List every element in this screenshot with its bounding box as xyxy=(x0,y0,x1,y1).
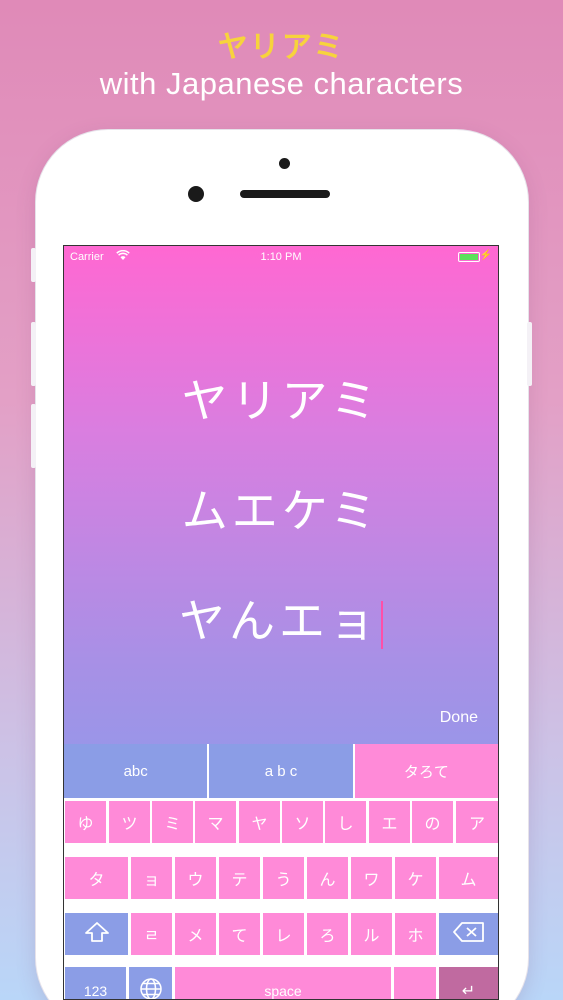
side-button xyxy=(31,322,36,386)
keyboard: abc a b c タろて ゆ ツ ミ マ ヤ ソ し エ の ア タ ョ ウ … xyxy=(64,744,498,999)
key[interactable]: ケ xyxy=(395,857,436,899)
key-row-2: タ ョ ウ テ う ん ワ ケ ム xyxy=(64,857,498,899)
globe-key[interactable] xyxy=(129,967,172,999)
side-button xyxy=(31,404,36,468)
key[interactable]: ル xyxy=(351,913,392,955)
text-line-3-wrapper: ヤんエョ xyxy=(64,576,498,686)
mode-tab-spaced-abc[interactable]: a b c xyxy=(209,744,353,798)
front-camera xyxy=(188,186,204,202)
return-key[interactable]: ↵ xyxy=(439,967,498,999)
key-row-4: 123 space ↵ xyxy=(64,967,498,999)
key-row-1: ゆ ツ ミ マ ヤ ソ し エ の ア xyxy=(64,801,498,843)
key[interactable]: ろ xyxy=(307,913,348,955)
shift-key[interactable] xyxy=(65,913,128,955)
charging-bolt-icon: ⚡ xyxy=(479,250,492,261)
key[interactable]: ウ xyxy=(175,857,216,899)
key[interactable]: ム xyxy=(439,857,498,899)
side-button xyxy=(31,248,36,282)
key[interactable]: メ xyxy=(175,913,216,955)
key[interactable]: し xyxy=(325,801,366,843)
key[interactable]: タ xyxy=(65,857,128,899)
done-button[interactable]: Done xyxy=(440,709,478,727)
text-line-1: ヤリアミ xyxy=(181,374,381,428)
text-line-2: ムエケミ xyxy=(181,484,381,538)
key[interactable]: ㄹ xyxy=(131,913,172,955)
key-row-3: ㄹ メ て レ ろ ル ホ xyxy=(64,913,498,955)
key[interactable]: う xyxy=(263,857,304,899)
battery-icon xyxy=(458,252,480,262)
key[interactable]: エ xyxy=(369,801,410,843)
speaker xyxy=(240,190,330,198)
shift-icon xyxy=(84,921,110,947)
key[interactable]: て xyxy=(219,913,260,955)
text-line-3: ヤんエョ xyxy=(179,594,379,648)
text-editor[interactable]: ヤリアミ ムエケミ ヤんエョ xyxy=(64,356,498,686)
side-button xyxy=(527,322,532,386)
clock: 1:10 PM xyxy=(260,251,302,263)
backspace-icon xyxy=(452,921,486,947)
key[interactable]: マ xyxy=(195,801,236,843)
key[interactable]: ソ xyxy=(282,801,323,843)
text-caret xyxy=(381,600,383,649)
keyboard-mode-row: abc a b c タろて xyxy=(64,744,498,798)
screen: Carrier 1:10 PM ⚡ ヤリアミ ムエケミ ヤんエョ Done ab… xyxy=(63,245,499,1000)
camera xyxy=(279,158,290,169)
key[interactable]: ツ xyxy=(109,801,150,843)
key[interactable]: ゆ xyxy=(65,801,106,843)
key[interactable]: ア xyxy=(456,801,498,843)
status-bar: Carrier 1:10 PM ⚡ xyxy=(64,246,498,268)
promo-title: ヤリアミ xyxy=(217,30,346,65)
globe-icon xyxy=(139,977,163,999)
key[interactable]: レ xyxy=(263,913,304,955)
key[interactable]: ん xyxy=(307,857,348,899)
key[interactable]: テ xyxy=(219,857,260,899)
numbers-key[interactable]: 123 xyxy=(65,967,126,999)
key[interactable]: ヤ xyxy=(239,801,280,843)
space-key[interactable]: space xyxy=(175,967,391,999)
mode-tab-abc[interactable]: abc xyxy=(64,744,208,798)
key[interactable]: ホ xyxy=(395,913,436,955)
extra-key[interactable] xyxy=(394,967,436,999)
key[interactable]: ョ xyxy=(131,857,172,899)
mode-tab-japanese[interactable]: タろて xyxy=(354,744,498,798)
promo-subtitle: with Japanese characters xyxy=(99,66,464,101)
key[interactable]: ワ xyxy=(351,857,392,899)
backspace-key[interactable] xyxy=(439,913,498,955)
key[interactable]: ミ xyxy=(152,801,193,843)
key[interactable]: の xyxy=(412,801,453,843)
